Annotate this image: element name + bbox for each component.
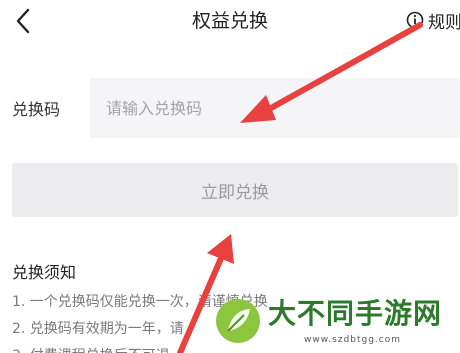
rules-button[interactable]: 规则 (406, 6, 460, 34)
watermark-url: www.szdbtgg.com (304, 335, 401, 345)
rules-label: 规则 (428, 12, 460, 33)
notice-item: 2. 兑换码有效期为一年，请 (12, 321, 184, 337)
notice-title: 兑换须知 (12, 263, 77, 282)
watermark: 大不同手游网 www.szdbtgg.com (210, 291, 460, 353)
redeem-button[interactable]: 立即兑换 (12, 163, 458, 217)
code-field-label: 兑换码 (12, 100, 61, 119)
notice-item: 3. 付费课程兑换后不可退 (12, 345, 170, 353)
code-input[interactable] (90, 78, 460, 138)
page-title: 权益兑换 (191, 10, 268, 32)
watermark-text: 大不同手游网 (268, 297, 443, 330)
leaf-logo-icon (216, 299, 260, 343)
info-circle-icon (406, 11, 424, 29)
